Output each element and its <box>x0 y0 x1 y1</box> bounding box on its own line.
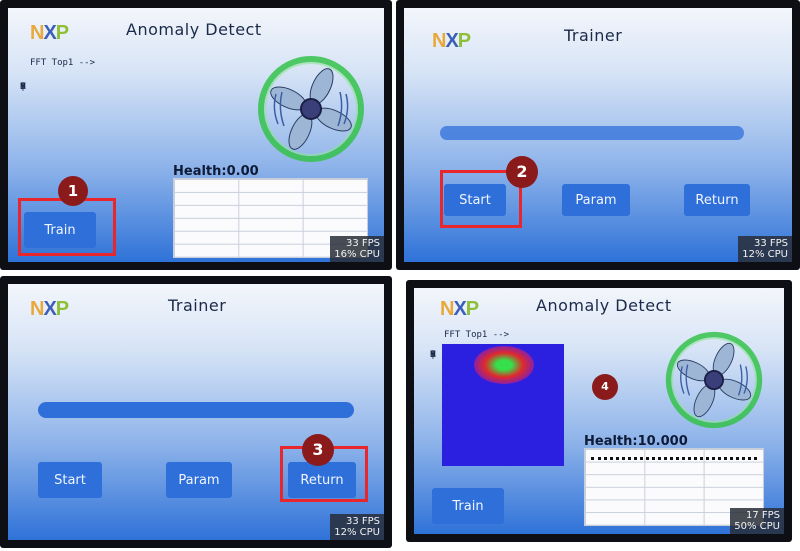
page-title: Trainer <box>564 26 623 45</box>
cpu-readout: 16% CPU <box>334 249 380 260</box>
health-readout: Health:10.000 <box>584 434 688 449</box>
fps-readout: 33 FPS <box>345 516 380 527</box>
cpu-readout: 50% CPU <box>734 521 780 532</box>
fft-label: FFT Top1 --> <box>444 330 510 340</box>
performance-overlay: 33 FPS 12% CPU <box>330 514 384 540</box>
cpu-readout: 12% CPU <box>334 527 380 538</box>
step-badge-3: 3 <box>302 434 334 466</box>
page-title: Trainer <box>168 296 227 315</box>
step-badge-2: 2 <box>506 156 538 188</box>
step-badge-4: 4 <box>592 374 618 400</box>
training-progress-bar <box>440 126 744 140</box>
param-button[interactable]: Param <box>166 462 232 498</box>
cpu-readout: 12% CPU <box>742 249 788 260</box>
fan-icon <box>665 331 763 429</box>
rms-letter: V <box>430 350 436 360</box>
panel-2-trainer: NXP Trainer Start Param Return 33 FPS 12… <box>396 0 800 270</box>
fan-icon <box>258 56 364 162</box>
health-readout: Health:0.00 <box>173 164 259 179</box>
start-button[interactable]: Start <box>38 462 102 498</box>
panel-4-anomaly-detect: NXP Anomaly Detect FFT Top1 --> R M S | … <box>406 280 792 542</box>
step-badge-1: 1 <box>58 176 88 206</box>
performance-overlay: 33 FPS 12% CPU <box>738 236 792 262</box>
nxp-logo: NXP <box>440 298 479 320</box>
highlight-box-train <box>18 198 116 256</box>
panel-1-anomaly-detect: NXP Anomaly Detect FFT Top1 --> R M S | … <box>0 0 392 270</box>
page-title: Anomaly Detect <box>536 296 672 315</box>
performance-overlay: 33 FPS 16% CPU <box>330 236 384 262</box>
fps-readout: 33 FPS <box>345 238 380 249</box>
nxp-logo: NXP <box>432 30 471 52</box>
nxp-logo: NXP <box>30 22 69 44</box>
param-button[interactable]: Param <box>562 184 630 216</box>
return-button[interactable]: Return <box>684 184 750 216</box>
train-button[interactable]: Train <box>432 488 504 524</box>
page-title: Anomaly Detect <box>126 20 262 39</box>
training-progress-bar <box>38 402 354 418</box>
rms-letter: V <box>20 82 26 92</box>
panel-3-trainer: NXP Trainer Start Param Return 33 FPS 12… <box>0 276 392 548</box>
screen: NXP Anomaly Detect FFT Top1 --> R M S | … <box>414 288 784 534</box>
fft-label: FFT Top1 --> <box>30 58 96 68</box>
nxp-logo: NXP <box>30 298 69 320</box>
fps-readout: 33 FPS <box>753 238 788 249</box>
health-line <box>591 457 757 460</box>
fps-readout: 17 FPS <box>745 510 780 521</box>
performance-overlay: 17 FPS 50% CPU <box>730 508 784 534</box>
fft-rms-heatmap <box>442 344 564 466</box>
heatmap-hotspot <box>474 346 534 384</box>
